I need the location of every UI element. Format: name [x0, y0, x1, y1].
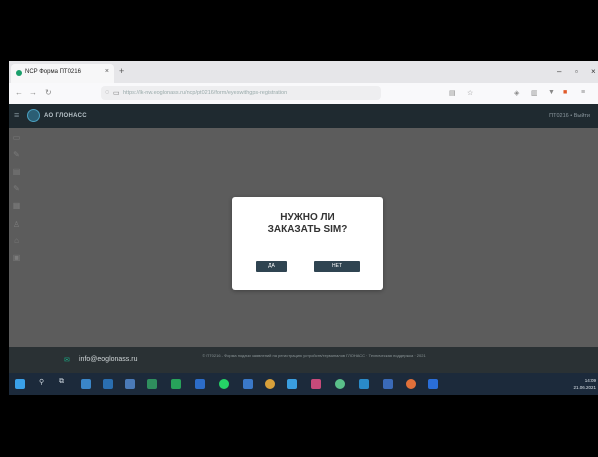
sidebar-edit-icon[interactable]: ✎: [12, 150, 21, 159]
hamburger-icon[interactable]: ≡: [14, 110, 19, 120]
dialog-question-line1: НУЖНО ЛИ: [280, 212, 335, 223]
sidebar-report-icon[interactable]: ▣: [12, 253, 21, 262]
excel-icon[interactable]: [171, 379, 181, 389]
address-bar[interactable]: ◌ ▭ https://lk-nw.eoglonass.ru/ncp/pt021…: [101, 86, 381, 100]
browser-tab-strip: NCP Форма ПТ0216 × + – ▫ ×: [9, 61, 598, 83]
forward-icon[interactable]: →: [29, 88, 37, 97]
app-icon-10[interactable]: [383, 379, 393, 389]
chrome-icon[interactable]: [265, 379, 275, 389]
brand-name: АО ГЛОНАСС: [44, 113, 87, 119]
sidebar-edit2-icon[interactable]: ✎: [12, 184, 21, 193]
url-text: https://lk-nw.eoglonass.ru/ncp/pt0216/fo…: [123, 90, 288, 96]
app-header: ≡ АО ГЛОНАСС ПТ0216 • Выйти: [9, 104, 598, 128]
translate-icon[interactable]: ▤: [449, 89, 456, 97]
tab-close-icon[interactable]: ×: [105, 68, 109, 75]
app-icon-1[interactable]: [81, 379, 91, 389]
shield-icon: ◌: [105, 89, 110, 96]
browser-tab[interactable]: NCP Форма ПТ0216 ×: [11, 64, 114, 83]
start-icon[interactable]: [15, 379, 25, 389]
app-icon-11[interactable]: [428, 379, 438, 389]
glonass-logo: [27, 109, 40, 122]
reader-icon[interactable]: ▥: [531, 89, 538, 97]
word-icon[interactable]: [195, 379, 205, 389]
shield-extension-icon[interactable]: ◈: [514, 89, 519, 97]
menu-icon[interactable]: ≡: [581, 89, 585, 96]
app-icon-2[interactable]: [103, 379, 113, 389]
clock-date: 21.06.2021: [573, 385, 596, 390]
search-icon[interactable]: ⚲: [39, 378, 44, 386]
app-icon-4[interactable]: [147, 379, 157, 389]
extension-icon[interactable]: ■: [563, 89, 567, 96]
sim-order-dialog: НУЖНО ЛИ ЗАКАЗАТЬ SIM? ДА НЕТ: [232, 197, 383, 290]
dialog-question: НУЖНО ЛИ ЗАКАЗАТЬ SIM?: [232, 212, 383, 236]
sidebar-home-icon[interactable]: ▭: [12, 133, 21, 142]
bookmark-star-icon[interactable]: ☆: [467, 89, 473, 97]
pocket-icon[interactable]: ▼: [548, 89, 555, 96]
support-email[interactable]: info@eoglonass.ru: [79, 356, 137, 363]
task-view-icon[interactable]: ⧉: [59, 378, 64, 386]
sidebar-grid-icon[interactable]: ▦: [12, 201, 21, 210]
whatsapp-icon[interactable]: [219, 379, 229, 389]
app-icon-9[interactable]: [359, 379, 369, 389]
user-menu[interactable]: ПТ0216 • Выйти: [549, 113, 590, 119]
app-icon-7[interactable]: [311, 379, 321, 389]
sidebar-bank-icon[interactable]: ⌂: [12, 236, 21, 245]
app-icon-5[interactable]: [243, 379, 253, 389]
sidebar-user-icon[interactable]: ♙: [12, 220, 21, 229]
windows-taskbar: ⚲ ⧉ 14:09 21.06.2021: [9, 373, 598, 395]
new-tab-button[interactable]: +: [119, 66, 124, 76]
no-button[interactable]: НЕТ: [314, 261, 360, 272]
back-icon[interactable]: ←: [15, 88, 23, 97]
mail-icon: ✉: [64, 357, 70, 364]
screen: NCP Форма ПТ0216 × + – ▫ × ← → ↻ ◌ ▭ htt…: [9, 61, 598, 395]
yes-button[interactable]: ДА: [256, 261, 287, 272]
app-icon-8[interactable]: [335, 379, 345, 389]
footer-legal-text: © ПТ0216 - Форма подачи заявлений на рег…: [202, 353, 426, 358]
tab-title: NCP Форма ПТ0216: [25, 69, 81, 75]
maximize-button[interactable]: ▫: [575, 67, 578, 76]
firefox-icon[interactable]: [406, 379, 416, 389]
sidebar-list-icon[interactable]: ▤: [12, 167, 21, 176]
lock-icon: ▭: [113, 90, 120, 97]
taskbar-clock[interactable]: 14:09 21.06.2021: [573, 377, 596, 391]
favicon-icon: [16, 70, 22, 76]
close-window-button[interactable]: ×: [591, 67, 596, 76]
app-icon-6[interactable]: [287, 379, 297, 389]
clock-time: 14:09: [584, 378, 596, 383]
app-footer: ✉ info@eoglonass.ru © ПТ0216 - Форма под…: [9, 347, 598, 373]
dialog-question-line2: ЗАКАЗАТЬ SIM?: [267, 224, 348, 235]
minimize-button[interactable]: –: [557, 67, 561, 76]
reload-icon[interactable]: ↻: [45, 88, 52, 97]
app-icon-3[interactable]: [125, 379, 135, 389]
browser-toolbar: ← → ↻ ◌ ▭ https://lk-nw.eoglonass.ru/ncp…: [9, 83, 598, 105]
